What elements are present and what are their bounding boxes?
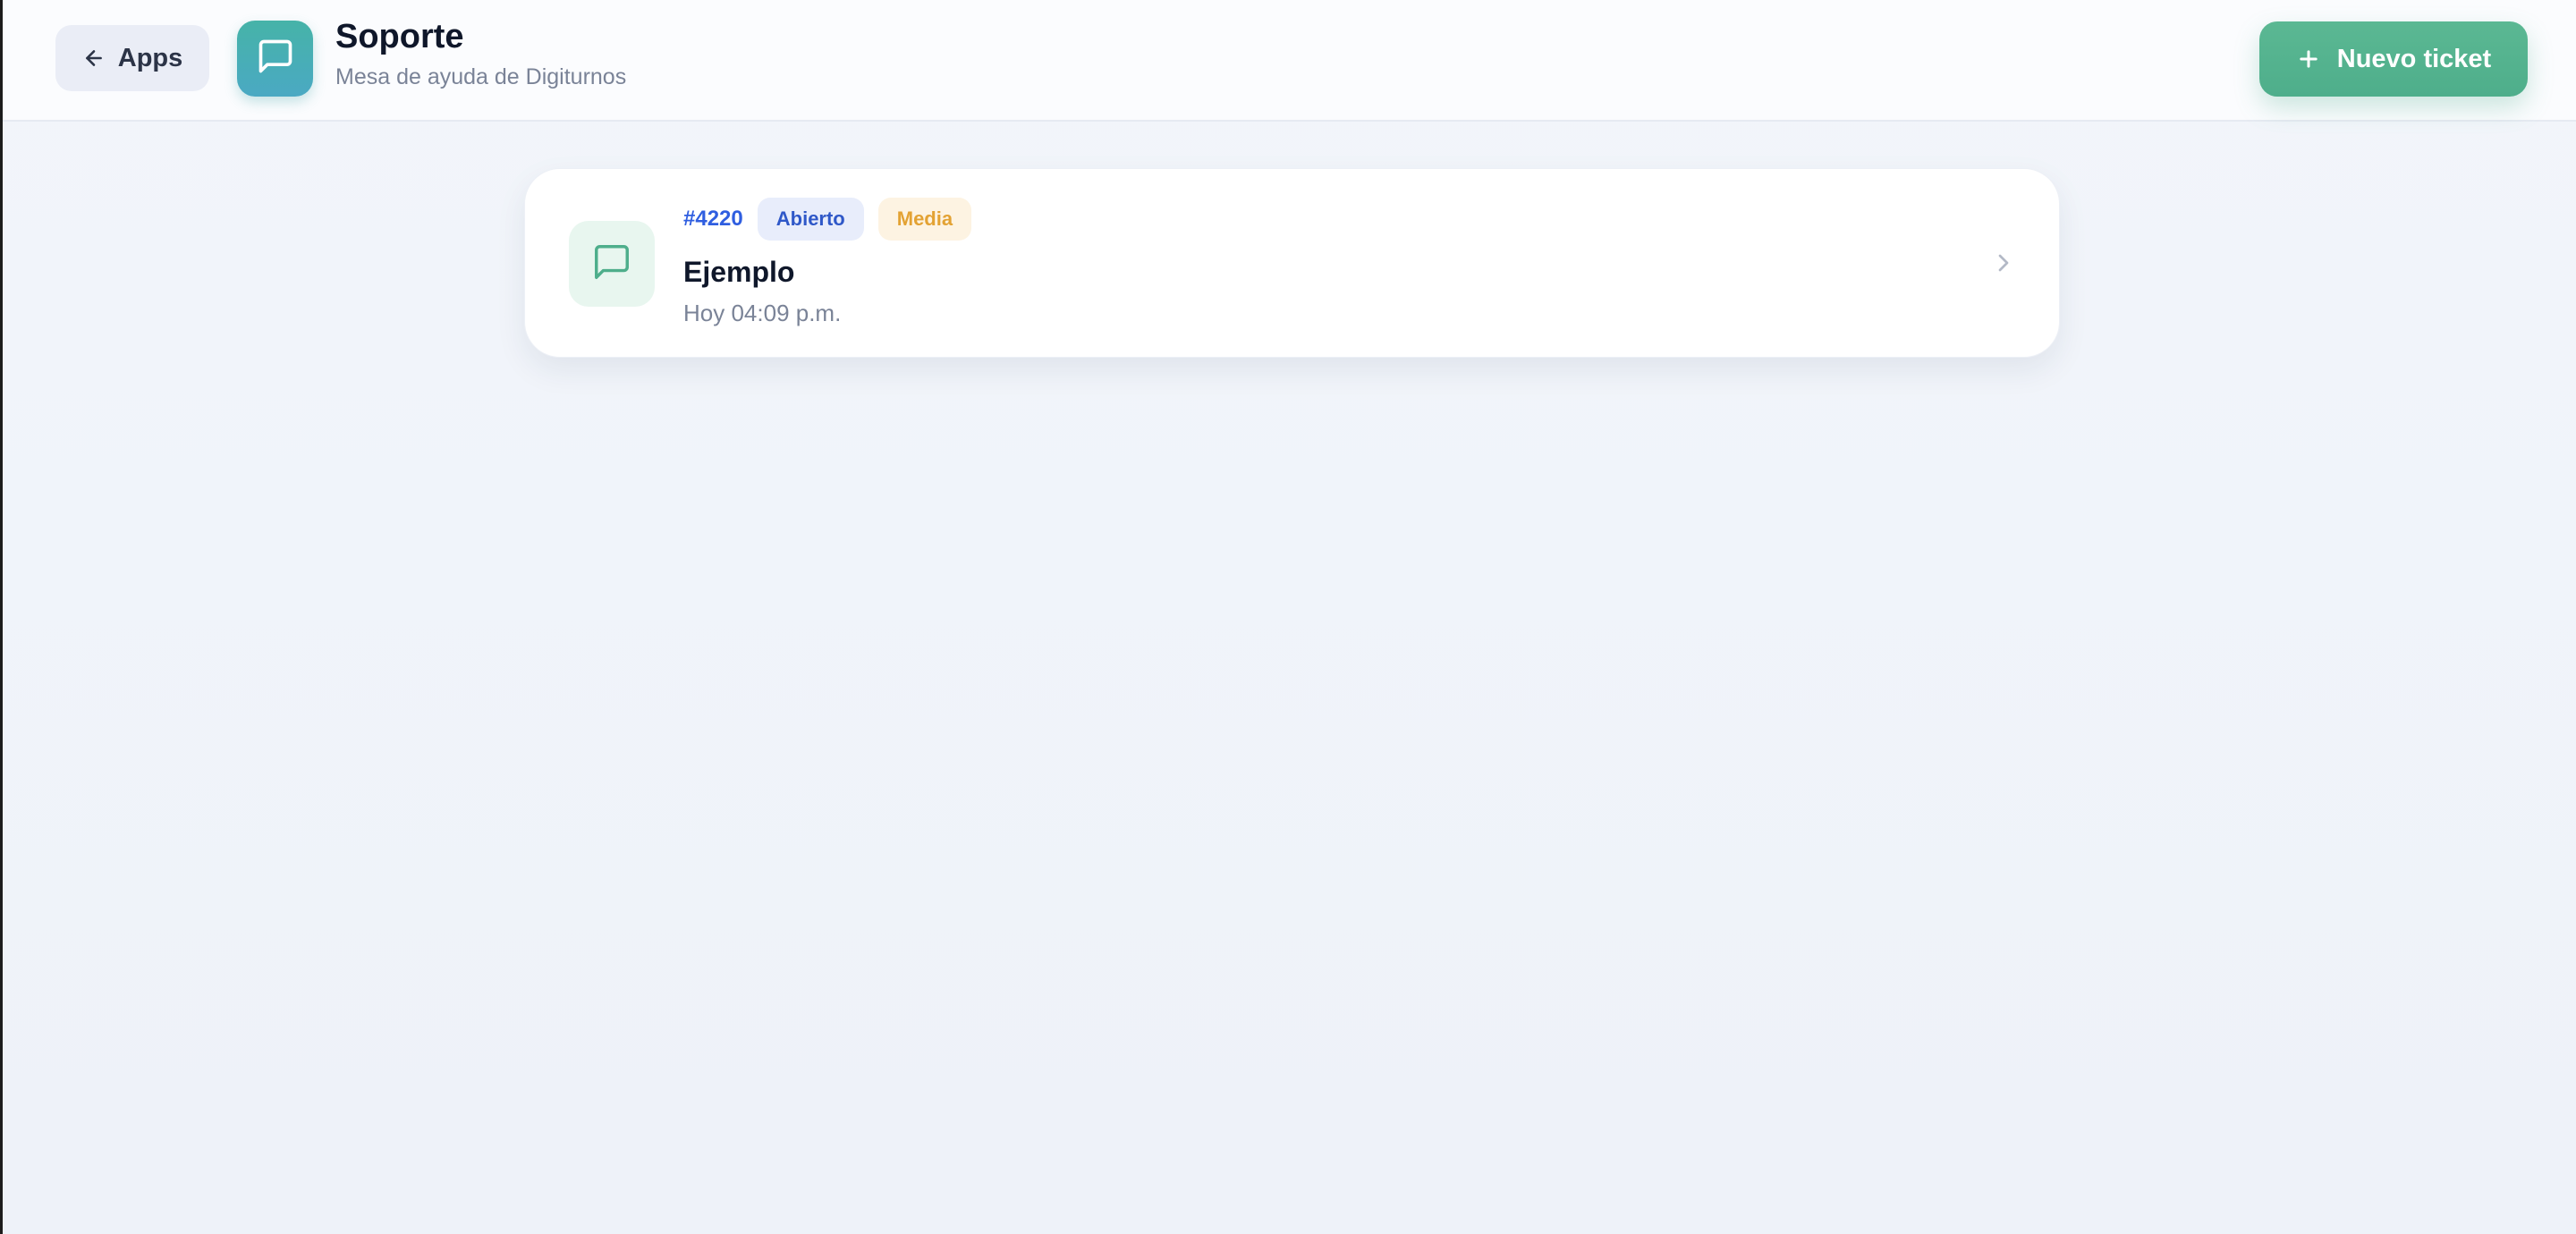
new-ticket-button-label: Nuevo ticket bbox=[2336, 44, 2492, 73]
back-button-label: Apps bbox=[117, 43, 183, 72]
new-ticket-button[interactable]: Nuevo ticket bbox=[2259, 21, 2528, 97]
ticket-meta: #4220 Abierto Media bbox=[683, 198, 972, 241]
ticket-id: #4220 bbox=[683, 207, 743, 231]
ticket-timestamp: Hoy 04:09 p.m. bbox=[683, 300, 842, 326]
page-subtitle: Mesa de ayuda de Digiturnos bbox=[335, 64, 627, 89]
plus-icon bbox=[2296, 46, 2321, 72]
status-badge: Abierto bbox=[757, 198, 864, 241]
top-bar: Apps Soporte Mesa de ayuda de Digiturnos… bbox=[3, 0, 2576, 122]
ticket-icon bbox=[569, 221, 655, 307]
chevron-right-icon bbox=[1989, 249, 2018, 282]
message-square-icon bbox=[591, 241, 632, 287]
back-to-apps-button[interactable]: Apps bbox=[55, 25, 209, 91]
priority-badge: Media bbox=[877, 198, 972, 241]
page-title: Soporte bbox=[335, 18, 464, 55]
message-square-icon bbox=[256, 37, 295, 80]
ticket-card[interactable]: #4220 Abierto Media Ejemplo Hoy 04:09 p.… bbox=[524, 168, 2060, 358]
ticket-title: Ejemplo bbox=[683, 256, 795, 288]
arrow-left-icon bbox=[82, 46, 106, 70]
support-app-icon bbox=[237, 21, 313, 97]
